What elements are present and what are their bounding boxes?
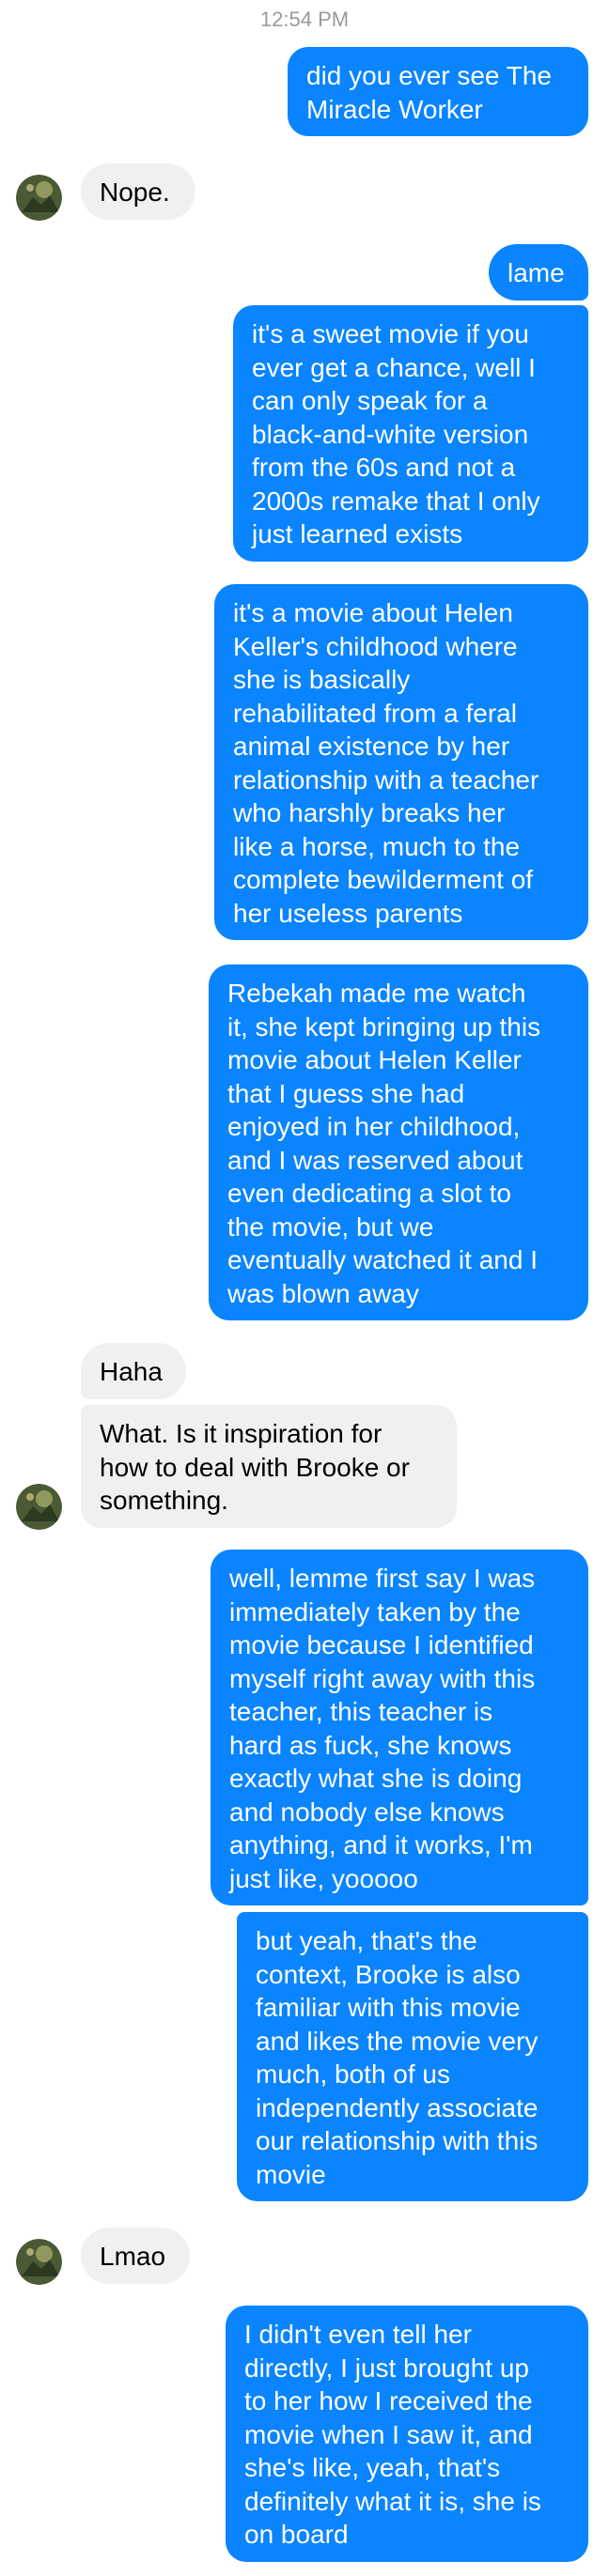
outgoing-message[interactable]: but yeah, that's the context, Brooke is …: [237, 1912, 588, 2201]
outgoing-message[interactable]: Rebekah made me watch it, she kept bring…: [209, 964, 588, 1320]
contact-avatar-icon[interactable]: [16, 2239, 62, 2285]
contact-avatar-icon[interactable]: [16, 175, 62, 221]
contact-avatar-icon[interactable]: [16, 1484, 62, 1530]
incoming-message[interactable]: Haha: [81, 1343, 186, 1399]
incoming-message[interactable]: Lmao: [81, 2228, 190, 2284]
outgoing-message[interactable]: well, lemme first say I was immediately …: [211, 1550, 588, 1905]
outgoing-message[interactable]: it's a sweet movie if you ever get a cha…: [233, 305, 588, 562]
outgoing-message[interactable]: it's a movie about Helen Keller's childh…: [214, 584, 588, 940]
outgoing-message[interactable]: I didn't even tell her directly, I just …: [226, 2306, 588, 2562]
outgoing-message[interactable]: lame: [489, 244, 588, 301]
incoming-message[interactable]: Nope.: [81, 163, 195, 220]
incoming-message[interactable]: What. Is it inspiration for how to deal …: [81, 1405, 457, 1528]
outgoing-message[interactable]: did you ever see The Miracle Worker: [288, 47, 588, 136]
timestamp: 12:54 PM: [259, 8, 350, 31]
